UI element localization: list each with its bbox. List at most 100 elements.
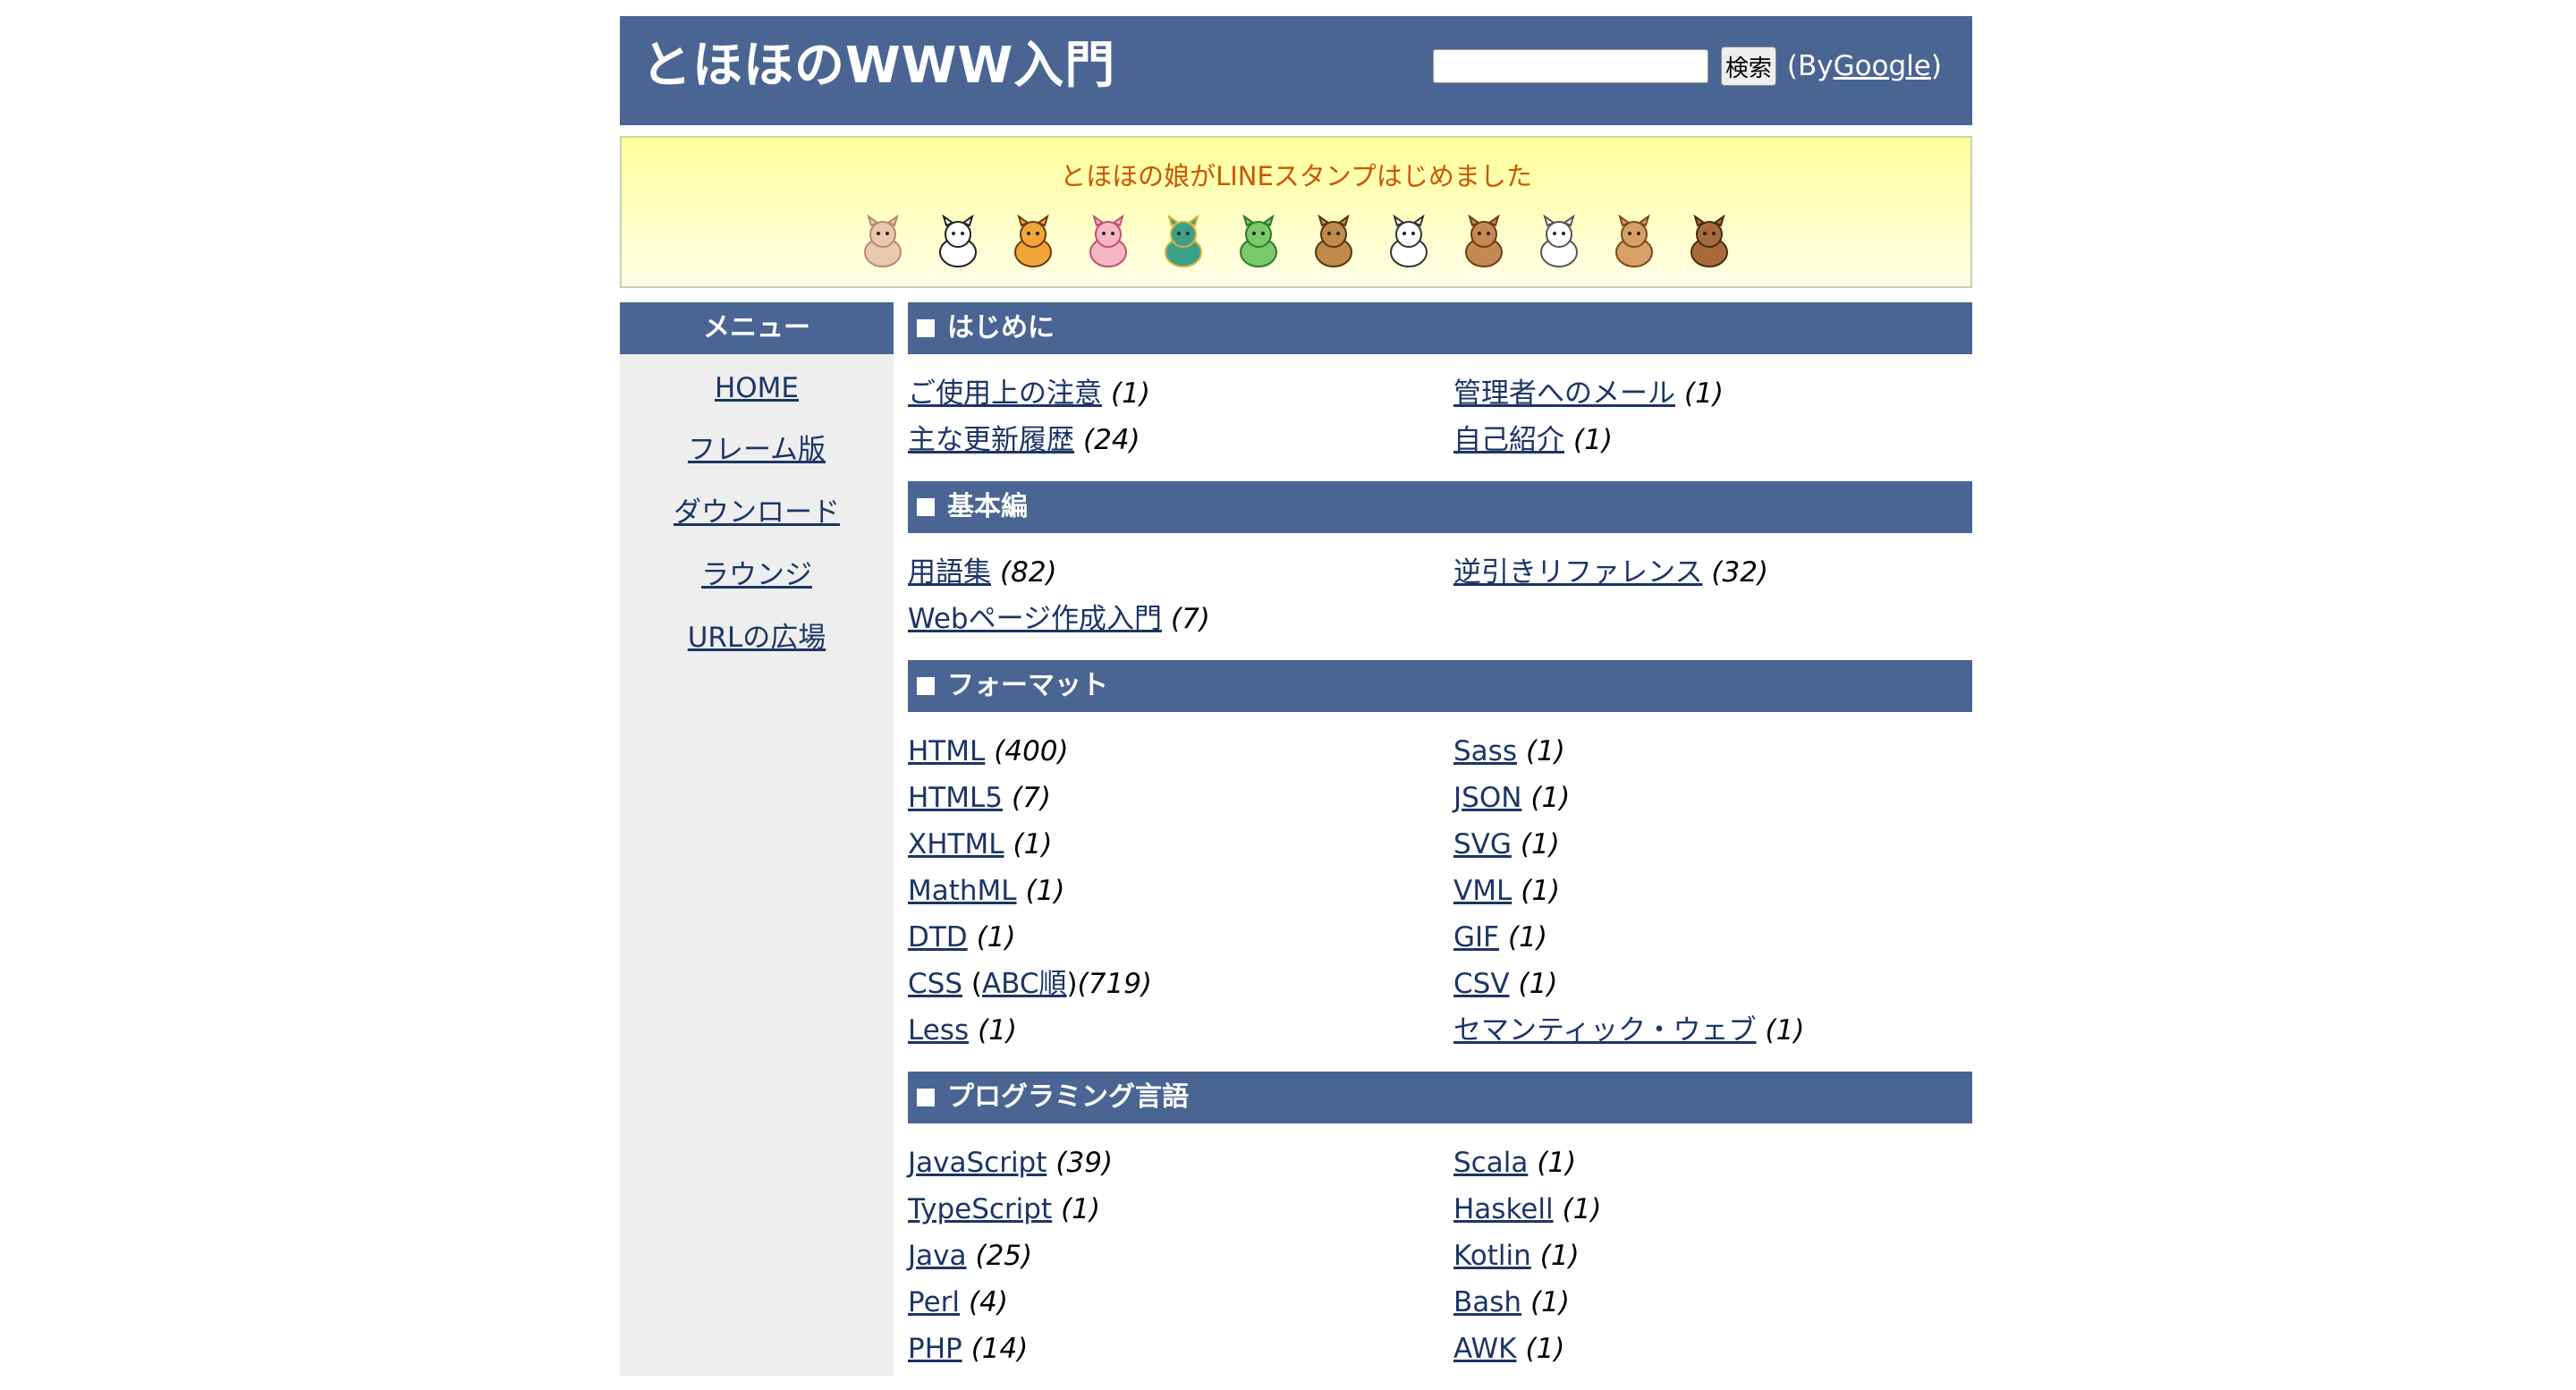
topic-link[interactable]: Sass xyxy=(1453,735,1517,767)
item-count: (1) xyxy=(976,921,1016,954)
banner-text[interactable]: とほほの娘がLINEスタンプはじめました xyxy=(622,156,1970,193)
snake-stamp-icon[interactable] xyxy=(1232,214,1285,270)
search-input[interactable] xyxy=(1432,49,1708,83)
topic-link[interactable]: Bash xyxy=(1453,1286,1521,1318)
topic-link[interactable]: VML xyxy=(1453,875,1512,907)
topic-link[interactable]: JavaScript xyxy=(908,1147,1046,1179)
topic-link[interactable]: Scala xyxy=(1453,1147,1528,1179)
topic-link[interactable]: SVG xyxy=(1453,828,1512,860)
item-count: (1) xyxy=(1530,782,1571,814)
item-count: (1) xyxy=(1539,1240,1580,1272)
topic-link[interactable]: Less xyxy=(908,1014,969,1047)
topic-link[interactable]: 主な更新履歴 xyxy=(908,424,1074,456)
menu-item[interactable]: HOME xyxy=(620,372,894,404)
topic-link[interactable]: CSS xyxy=(908,968,962,1000)
topic-sublink[interactable]: ABC順 xyxy=(982,968,1067,1000)
topic-link[interactable]: HTML xyxy=(908,735,985,767)
square-bullet-icon xyxy=(917,1089,935,1106)
rabbit-stamp-icon[interactable] xyxy=(1081,214,1135,270)
content: はじめに ご使用上の注意 (1) 管理者へのメール (1) 主な更新履歴 (24) 自己紹介 (… xyxy=(908,302,1972,1390)
horse-stamp-icon[interactable] xyxy=(1307,214,1360,270)
section-links: ご使用上の注意 (1) 管理者へのメール (1) 主な更新履歴 (24) 自己紹介 (1) xyxy=(908,354,1972,481)
item-count: (39) xyxy=(1055,1147,1114,1179)
monkey-stamp-icon[interactable] xyxy=(1457,214,1511,270)
topic-link[interactable]: Haskell xyxy=(1453,1193,1554,1225)
topic-link[interactable]: 自己紹介 xyxy=(1453,424,1564,456)
topic-link[interactable]: AWK xyxy=(1453,1333,1517,1365)
topic-link[interactable]: XHTML xyxy=(908,828,1004,860)
section-title: フォーマット xyxy=(947,670,1108,701)
topic-link[interactable]: TypeScript xyxy=(908,1193,1052,1225)
menu-items: HOME フレーム版ダウンロード ラウンジ URLの広場 xyxy=(620,372,894,655)
search-button[interactable]: 検索 xyxy=(1720,47,1776,86)
menu-item[interactable]: ラウンジ xyxy=(620,552,894,592)
item-count: (400) xyxy=(994,735,1069,767)
item-count: (1) xyxy=(1537,1147,1577,1179)
topic-link[interactable]: CSV xyxy=(1453,968,1510,1000)
item-count: (1) xyxy=(1562,1193,1602,1225)
main-layout: メニュー HOME フレーム版 ダウンロード ラウンジ URLの広場 はじめに ご使用上の… xyxy=(620,302,1972,1390)
section-title: 基本編 xyxy=(947,491,1028,522)
link-item: 逆引きリファレンス (32) xyxy=(1453,549,1972,596)
topic-link[interactable]: Kotlin xyxy=(1453,1240,1531,1272)
topic-link[interactable]: MathML xyxy=(908,875,1017,907)
tiger-stamp-icon[interactable] xyxy=(1006,214,1060,270)
link-item: HTML (400) xyxy=(908,728,1453,775)
item-count: (1) xyxy=(1765,1014,1805,1047)
menu-item[interactable]: ダウンロード xyxy=(620,489,894,530)
item-count: (82) xyxy=(1000,556,1057,589)
link-item: Scala (1) xyxy=(1453,1140,1972,1186)
link-item: Kotlin (1) xyxy=(1453,1233,1972,1279)
item-count: (32) xyxy=(1711,556,1769,589)
mouse-stamp-icon[interactable] xyxy=(856,214,910,270)
google-link[interactable]: Google xyxy=(1834,50,1931,82)
link-item: VML (1) xyxy=(1453,868,1972,914)
cow-stamp-icon[interactable] xyxy=(931,214,985,270)
item-count: (1) xyxy=(1518,968,1558,1000)
line-stamp-banner[interactable]: とほほの娘がLINEスタンプはじめました xyxy=(620,136,1972,288)
link-item: GIF (1) xyxy=(1453,914,1972,961)
boar-stamp-icon[interactable] xyxy=(1682,214,1736,270)
topic-link[interactable]: PHP xyxy=(908,1333,962,1365)
menu-item[interactable]: URLの広場 xyxy=(620,614,894,655)
topic-link[interactable]: 用語集 xyxy=(908,556,991,589)
link-item: 自己紹介 (1) xyxy=(1453,417,1972,463)
link-item: Less (1) xyxy=(908,1007,1453,1054)
topic-link[interactable]: GIF xyxy=(1453,921,1499,954)
link-item: JavaScript (39) xyxy=(908,1140,1453,1186)
stamp-row xyxy=(622,214,1970,270)
site-title[interactable]: とほほのWWW入門 xyxy=(641,41,1115,91)
link-item: JSON (1) xyxy=(1453,775,1972,821)
item-count: (719) xyxy=(1077,968,1153,1000)
item-count: (1) xyxy=(1061,1193,1101,1225)
topic-link[interactable]: DTD xyxy=(908,921,968,954)
topic-link[interactable]: セマンティック・ウェブ xyxy=(1453,1014,1757,1047)
rooster-stamp-icon[interactable] xyxy=(1532,214,1586,270)
topic-link[interactable]: JSON xyxy=(1453,782,1521,814)
section-title: プログラミング言語 xyxy=(947,1081,1189,1113)
link-item: MathML (1) xyxy=(908,868,1453,914)
section-title: はじめに xyxy=(947,312,1055,343)
link-item: Sass (1) xyxy=(1453,728,1972,775)
sheep-stamp-icon[interactable] xyxy=(1382,214,1436,270)
topic-link[interactable]: 逆引きリファレンス xyxy=(1453,556,1702,589)
item-count: (1) xyxy=(1684,377,1724,410)
item-count: (1) xyxy=(1013,828,1053,860)
item-count: (1) xyxy=(1508,921,1547,954)
item-count: (1) xyxy=(1025,875,1065,907)
dragon-stamp-icon[interactable] xyxy=(1157,214,1210,270)
site-header: とほほのWWW入門 検索 (By Google) xyxy=(620,16,1972,125)
topic-link[interactable]: HTML5 xyxy=(908,782,1003,814)
topic-link[interactable]: Java xyxy=(908,1240,966,1272)
dog-stamp-icon[interactable] xyxy=(1607,214,1661,270)
menu-item[interactable]: フレーム版 xyxy=(620,427,894,467)
item-count: (1) xyxy=(1530,1286,1570,1318)
link-item: DTD (1) xyxy=(908,914,1453,961)
item-count: (7) xyxy=(1170,603,1210,635)
topic-link[interactable]: 管理者へのメール xyxy=(1453,377,1675,410)
item-count: (1) xyxy=(1520,828,1560,860)
topic-link[interactable]: Webページ作成入門 xyxy=(908,603,1162,635)
link-item: TypeScript (1) xyxy=(908,1186,1453,1233)
topic-link[interactable]: Perl xyxy=(908,1286,960,1318)
topic-link[interactable]: ご使用上の注意 xyxy=(908,377,1102,410)
